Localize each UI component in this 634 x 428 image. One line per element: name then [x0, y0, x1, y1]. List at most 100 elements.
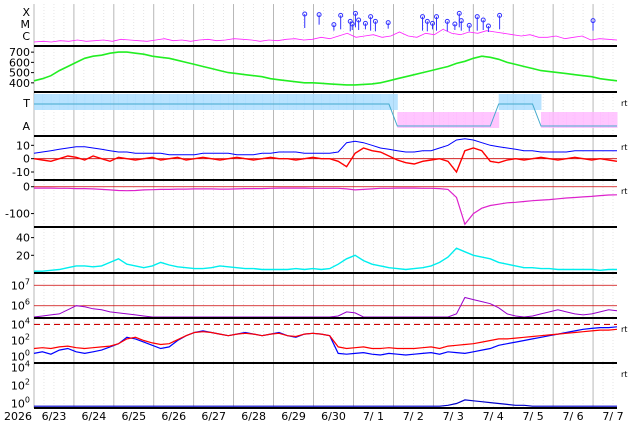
y-tick-label: -100 — [5, 208, 30, 221]
x-tick-label: 7/ 7 — [602, 410, 623, 423]
y-tick-exponent: 6 — [25, 298, 30, 307]
y-tick-label: 100 — [11, 396, 30, 411]
year-label: 2026 — [4, 410, 32, 423]
y-tick-exponent: 4 — [25, 360, 30, 369]
proton-low-series — [33, 326, 618, 356]
sector-band — [186, 94, 196, 110]
wind-speed-series — [33, 51, 618, 86]
sector-band — [34, 94, 43, 110]
sector-band — [219, 94, 229, 110]
x-tick-label: 6/24 — [82, 410, 107, 423]
sector-band — [67, 94, 77, 110]
chart-svg: 2026 XMC400500600700TA-10010-10002040106… — [4, 4, 627, 423]
y-tick-exponent: 0 — [25, 349, 30, 358]
y-tick-label: 104 — [11, 360, 30, 375]
panel-layer — [33, 10, 618, 407]
dst-series — [34, 187, 618, 226]
sector-band — [202, 94, 212, 110]
sector-band — [304, 94, 314, 110]
sector-band — [346, 94, 356, 110]
sector-band — [84, 94, 94, 110]
x-tick-label: 6/27 — [201, 410, 226, 423]
sector-band — [236, 94, 246, 110]
y-tick-label: 700 — [9, 46, 30, 59]
y-tick-label: 0 — [23, 153, 30, 166]
x-tick-label: 6/28 — [241, 410, 266, 423]
sector-band — [363, 94, 373, 110]
xray-series — [33, 28, 618, 43]
sector-band — [380, 94, 390, 110]
space-weather-chart: 2026 X M C 400 500 600 700 T A -10 0 10 -100 0 20 40 106… — [0, 0, 634, 424]
y-tick-exponent: 2 — [25, 333, 30, 342]
y-tick-label: 104 — [11, 316, 30, 331]
electron-series — [33, 296, 618, 318]
sector-band — [279, 94, 288, 110]
sector-band — [93, 94, 103, 110]
sector-band — [338, 94, 348, 110]
sector-band — [152, 94, 162, 110]
y-tick-label: -10 — [12, 166, 30, 179]
x-tick-label: 6/25 — [121, 410, 146, 423]
sector-band — [101, 94, 111, 110]
y-tick-label: 102 — [11, 378, 30, 393]
sector-band — [169, 94, 179, 110]
sector-band — [524, 94, 534, 110]
right-marker: rt — [621, 143, 627, 152]
x-tick-label: 7/ 6 — [562, 410, 583, 423]
y-tick-label: T — [22, 97, 30, 110]
x-tick-label: 7/ 3 — [443, 410, 464, 423]
sector-band — [295, 94, 305, 110]
sector-band — [211, 94, 221, 110]
x-tick-label: 7/ 1 — [363, 410, 384, 423]
sector-band — [177, 94, 187, 110]
sector-band — [253, 94, 263, 110]
y-tick-label: 107 — [11, 277, 30, 292]
y-tick-label: A — [22, 120, 30, 133]
sector-band — [287, 94, 297, 110]
sector-band — [194, 94, 204, 110]
sector-band — [507, 94, 517, 110]
sector-band — [371, 94, 381, 110]
sector-band — [135, 94, 145, 110]
sector-band — [76, 94, 86, 110]
y-tick-exponent: 2 — [25, 378, 30, 387]
sector-band — [59, 94, 69, 110]
sector-band — [42, 94, 52, 110]
right-marker: rt — [621, 187, 627, 196]
y-tick-label: 10 — [16, 139, 30, 152]
sector-band — [270, 94, 280, 110]
sector-band — [160, 94, 170, 110]
y-tick-exponent: 0 — [25, 396, 30, 405]
y-tick-label: C — [22, 30, 30, 43]
y-tick-label: 106 — [11, 298, 30, 313]
x-tick-label: 6/29 — [281, 410, 306, 423]
grid-layer — [33, 4, 614, 408]
x-tick-label: 7/ 2 — [403, 410, 424, 423]
y-tick-exponent: 4 — [25, 316, 30, 325]
ae-series — [34, 247, 617, 272]
x-tick-label: 6/30 — [321, 410, 346, 423]
sector-band — [50, 94, 60, 110]
x-tick-label: 6/26 — [161, 410, 186, 423]
sector-band — [118, 94, 128, 110]
sector-band — [143, 94, 153, 110]
sector-band — [312, 94, 322, 110]
x-tick-label: 6/23 — [42, 410, 67, 423]
y-tick-exponent: 7 — [25, 277, 30, 286]
x-tick-label: 7/ 4 — [483, 410, 504, 423]
bt-series — [33, 138, 617, 156]
sector-band — [228, 94, 238, 110]
sector-band — [321, 94, 331, 110]
sector-band — [498, 94, 508, 110]
y-tick-label: 102 — [11, 333, 30, 348]
sector-band — [515, 94, 525, 110]
x-tick-label: 7/ 5 — [523, 410, 544, 423]
y-tick-label: 0 — [23, 181, 30, 194]
sector-band — [329, 94, 339, 110]
y-tick-label: 40 — [16, 232, 30, 245]
gic-series — [34, 399, 617, 407]
y-tick-label: 20 — [16, 249, 30, 262]
right-marker: rt — [621, 370, 627, 379]
sector-band — [245, 94, 255, 110]
right-marker: rt — [621, 99, 627, 108]
